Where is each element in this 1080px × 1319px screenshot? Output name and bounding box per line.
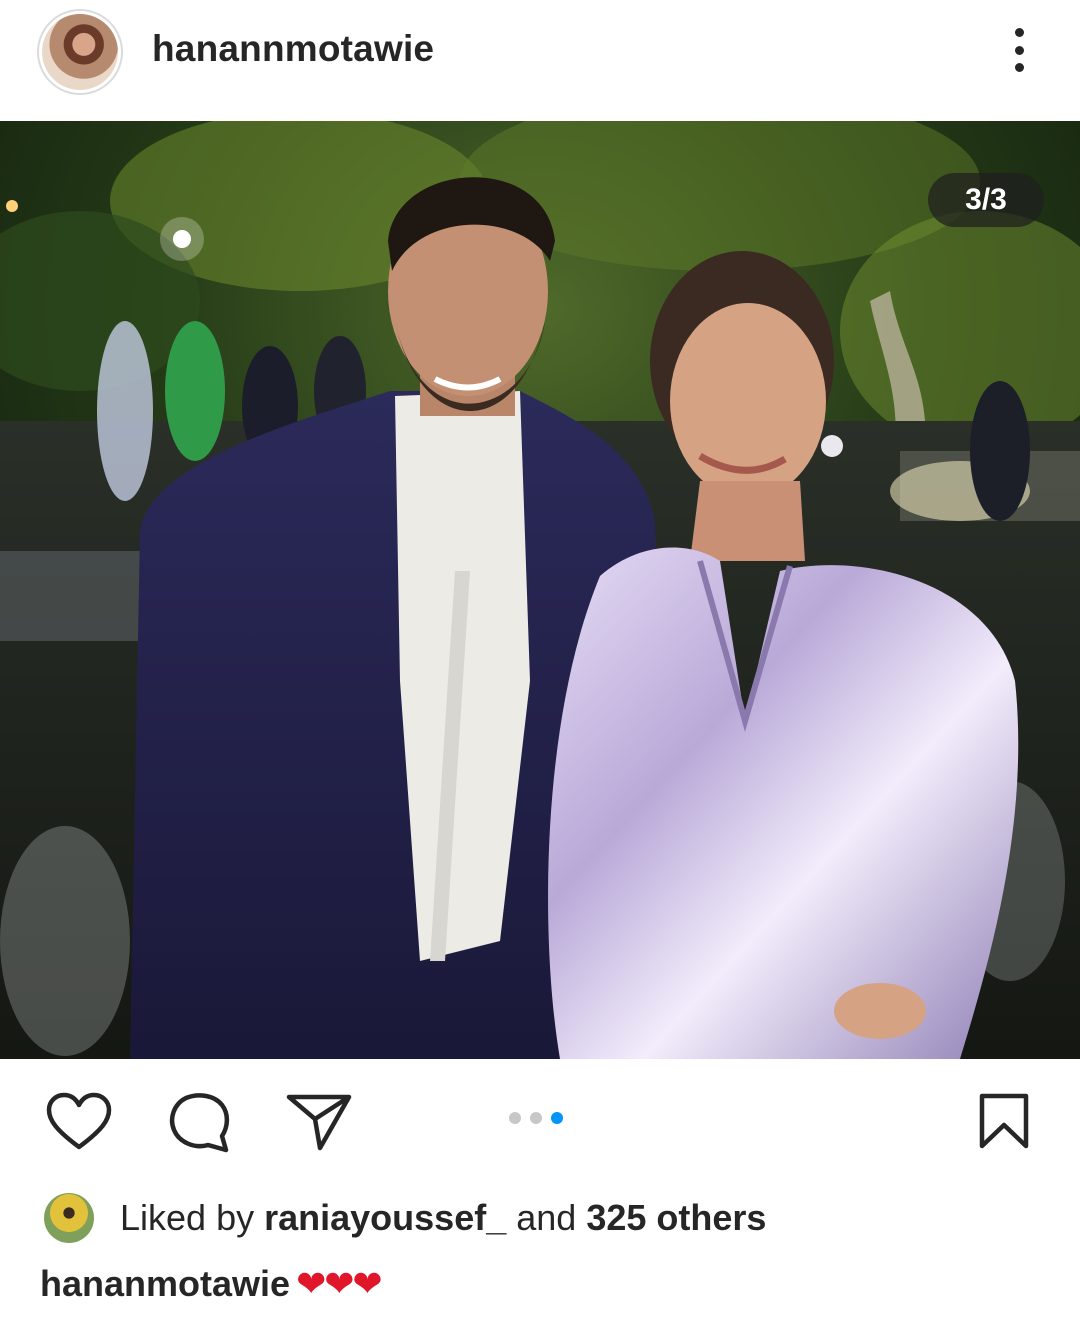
post-photo[interactable]: 3/3 xyxy=(0,121,1080,1059)
media-counter-badge: 3/3 xyxy=(928,173,1044,227)
likes-others[interactable]: 325 others xyxy=(586,1197,766,1238)
liker-avatar xyxy=(44,1193,94,1243)
profile-avatar[interactable] xyxy=(37,9,123,95)
caption-username[interactable]: hananmotawie xyxy=(40,1263,290,1305)
post-username[interactable]: hanannmotawie xyxy=(152,28,434,70)
bookmark-icon[interactable] xyxy=(978,1092,1030,1155)
carousel-dot xyxy=(509,1112,521,1124)
more-dot xyxy=(1014,28,1024,37)
carousel-dot xyxy=(530,1112,542,1124)
liker-username[interactable]: raniayoussef_ xyxy=(264,1197,506,1238)
caption-text: ❤❤❤ xyxy=(296,1263,382,1304)
more-dot xyxy=(1014,63,1024,72)
carousel-dot-active xyxy=(551,1112,563,1124)
more-options-icon[interactable] xyxy=(1004,26,1034,74)
likes-prefix: Liked by xyxy=(120,1197,255,1238)
carousel-indicator xyxy=(509,1112,563,1124)
photo-illustration xyxy=(0,121,1080,1059)
action-bar xyxy=(0,1062,1080,1182)
avatar-image xyxy=(42,14,118,90)
more-dot xyxy=(1014,45,1024,55)
post-header: hanannmotawie xyxy=(0,0,1080,120)
likes-row[interactable]: Liked by raniayoussef_ and 325 others xyxy=(44,1193,766,1243)
likes-text: Liked by raniayoussef_ and 325 others xyxy=(120,1197,766,1239)
likes-joiner: and xyxy=(516,1197,577,1238)
send-icon[interactable] xyxy=(286,1092,352,1157)
post-caption: hananmotawie ❤❤❤ xyxy=(40,1259,383,1309)
heart-icon[interactable] xyxy=(46,1092,112,1157)
comment-icon[interactable] xyxy=(168,1092,232,1159)
